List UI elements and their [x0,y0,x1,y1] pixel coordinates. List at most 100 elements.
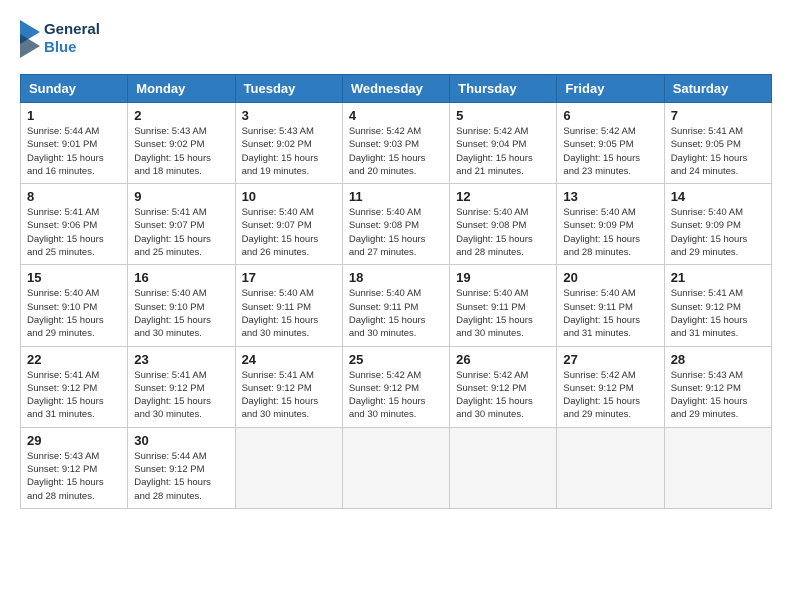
calendar-cell: 25 Sunrise: 5:42 AM Sunset: 9:12 PM Dayl… [342,346,449,427]
day-info: Sunrise: 5:42 AM Sunset: 9:12 PM Dayligh… [563,369,657,422]
day-info: Sunrise: 5:43 AM Sunset: 9:12 PM Dayligh… [27,450,121,503]
day-number: 6 [563,108,657,123]
calendar-cell: 14 Sunrise: 5:40 AM Sunset: 9:09 PM Dayl… [664,184,771,265]
day-info: Sunrise: 5:41 AM Sunset: 9:12 PM Dayligh… [671,287,765,340]
calendar-cell: 8 Sunrise: 5:41 AM Sunset: 9:06 PM Dayli… [21,184,128,265]
calendar-cell [557,427,664,508]
calendar-cell: 7 Sunrise: 5:41 AM Sunset: 9:05 PM Dayli… [664,103,771,184]
day-number: 15 [27,270,121,285]
weekday-header-wednesday: Wednesday [342,75,449,103]
calendar-cell: 29 Sunrise: 5:43 AM Sunset: 9:12 PM Dayl… [21,427,128,508]
calendar-cell: 12 Sunrise: 5:40 AM Sunset: 9:08 PM Dayl… [450,184,557,265]
day-info: Sunrise: 5:40 AM Sunset: 9:10 PM Dayligh… [134,287,228,340]
calendar-cell [235,427,342,508]
weekday-header-thursday: Thursday [450,75,557,103]
calendar-cell: 26 Sunrise: 5:42 AM Sunset: 9:12 PM Dayl… [450,346,557,427]
calendar-table: SundayMondayTuesdayWednesdayThursdayFrid… [20,74,772,509]
day-number: 30 [134,433,228,448]
logo-blue: Blue [44,39,100,57]
calendar-cell: 3 Sunrise: 5:43 AM Sunset: 9:02 PM Dayli… [235,103,342,184]
day-number: 11 [349,189,443,204]
calendar-week-row: 1 Sunrise: 5:44 AM Sunset: 9:01 PM Dayli… [21,103,772,184]
day-number: 23 [134,352,228,367]
calendar-cell: 13 Sunrise: 5:40 AM Sunset: 9:09 PM Dayl… [557,184,664,265]
day-number: 29 [27,433,121,448]
calendar-cell [664,427,771,508]
calendar-cell: 10 Sunrise: 5:40 AM Sunset: 9:07 PM Dayl… [235,184,342,265]
day-number: 12 [456,189,550,204]
day-info: Sunrise: 5:41 AM Sunset: 9:12 PM Dayligh… [242,369,336,422]
day-number: 28 [671,352,765,367]
calendar-cell: 22 Sunrise: 5:41 AM Sunset: 9:12 PM Dayl… [21,346,128,427]
logo: General Blue [20,20,100,58]
calendar-week-row: 8 Sunrise: 5:41 AM Sunset: 9:06 PM Dayli… [21,184,772,265]
calendar-cell: 9 Sunrise: 5:41 AM Sunset: 9:07 PM Dayli… [128,184,235,265]
day-number: 10 [242,189,336,204]
calendar-cell: 15 Sunrise: 5:40 AM Sunset: 9:10 PM Dayl… [21,265,128,346]
day-number: 5 [456,108,550,123]
day-info: Sunrise: 5:40 AM Sunset: 9:09 PM Dayligh… [563,206,657,259]
day-number: 20 [563,270,657,285]
day-number: 3 [242,108,336,123]
day-number: 9 [134,189,228,204]
calendar-cell: 30 Sunrise: 5:44 AM Sunset: 9:12 PM Dayl… [128,427,235,508]
day-info: Sunrise: 5:40 AM Sunset: 9:09 PM Dayligh… [671,206,765,259]
day-number: 14 [671,189,765,204]
day-number: 4 [349,108,443,123]
day-info: Sunrise: 5:40 AM Sunset: 9:11 PM Dayligh… [242,287,336,340]
day-number: 16 [134,270,228,285]
day-number: 27 [563,352,657,367]
calendar-cell [450,427,557,508]
calendar-cell: 27 Sunrise: 5:42 AM Sunset: 9:12 PM Dayl… [557,346,664,427]
calendar-cell: 17 Sunrise: 5:40 AM Sunset: 9:11 PM Dayl… [235,265,342,346]
day-info: Sunrise: 5:40 AM Sunset: 9:11 PM Dayligh… [349,287,443,340]
calendar-cell: 1 Sunrise: 5:44 AM Sunset: 9:01 PM Dayli… [21,103,128,184]
calendar-cell: 24 Sunrise: 5:41 AM Sunset: 9:12 PM Dayl… [235,346,342,427]
calendar-cell: 18 Sunrise: 5:40 AM Sunset: 9:11 PM Dayl… [342,265,449,346]
day-info: Sunrise: 5:41 AM Sunset: 9:07 PM Dayligh… [134,206,228,259]
day-info: Sunrise: 5:42 AM Sunset: 9:12 PM Dayligh… [349,369,443,422]
day-number: 24 [242,352,336,367]
day-info: Sunrise: 5:40 AM Sunset: 9:11 PM Dayligh… [456,287,550,340]
day-info: Sunrise: 5:41 AM Sunset: 9:06 PM Dayligh… [27,206,121,259]
day-info: Sunrise: 5:44 AM Sunset: 9:12 PM Dayligh… [134,450,228,503]
logo-general: General [44,21,100,39]
day-number: 26 [456,352,550,367]
day-info: Sunrise: 5:41 AM Sunset: 9:12 PM Dayligh… [134,369,228,422]
calendar-cell: 23 Sunrise: 5:41 AM Sunset: 9:12 PM Dayl… [128,346,235,427]
calendar-cell: 2 Sunrise: 5:43 AM Sunset: 9:02 PM Dayli… [128,103,235,184]
weekday-header-sunday: Sunday [21,75,128,103]
day-info: Sunrise: 5:43 AM Sunset: 9:02 PM Dayligh… [134,125,228,178]
day-info: Sunrise: 5:40 AM Sunset: 9:07 PM Dayligh… [242,206,336,259]
calendar-cell: 19 Sunrise: 5:40 AM Sunset: 9:11 PM Dayl… [450,265,557,346]
day-info: Sunrise: 5:41 AM Sunset: 9:05 PM Dayligh… [671,125,765,178]
calendar-week-row: 29 Sunrise: 5:43 AM Sunset: 9:12 PM Dayl… [21,427,772,508]
calendar-week-row: 15 Sunrise: 5:40 AM Sunset: 9:10 PM Dayl… [21,265,772,346]
day-info: Sunrise: 5:40 AM Sunset: 9:08 PM Dayligh… [456,206,550,259]
logo-triangle-icon [20,20,40,58]
day-number: 19 [456,270,550,285]
page-header: General Blue [20,20,772,58]
weekday-header-saturday: Saturday [664,75,771,103]
calendar-cell: 20 Sunrise: 5:40 AM Sunset: 9:11 PM Dayl… [557,265,664,346]
calendar-cell: 5 Sunrise: 5:42 AM Sunset: 9:04 PM Dayli… [450,103,557,184]
calendar-cell: 16 Sunrise: 5:40 AM Sunset: 9:10 PM Dayl… [128,265,235,346]
calendar-cell: 28 Sunrise: 5:43 AM Sunset: 9:12 PM Dayl… [664,346,771,427]
day-number: 22 [27,352,121,367]
weekday-header-monday: Monday [128,75,235,103]
calendar-cell: 4 Sunrise: 5:42 AM Sunset: 9:03 PM Dayli… [342,103,449,184]
day-number: 17 [242,270,336,285]
day-info: Sunrise: 5:42 AM Sunset: 9:03 PM Dayligh… [349,125,443,178]
day-info: Sunrise: 5:44 AM Sunset: 9:01 PM Dayligh… [27,125,121,178]
day-number: 25 [349,352,443,367]
day-number: 13 [563,189,657,204]
calendar-cell: 21 Sunrise: 5:41 AM Sunset: 9:12 PM Dayl… [664,265,771,346]
calendar-week-row: 22 Sunrise: 5:41 AM Sunset: 9:12 PM Dayl… [21,346,772,427]
weekday-header-friday: Friday [557,75,664,103]
calendar-cell: 11 Sunrise: 5:40 AM Sunset: 9:08 PM Dayl… [342,184,449,265]
day-info: Sunrise: 5:43 AM Sunset: 9:12 PM Dayligh… [671,369,765,422]
day-number: 2 [134,108,228,123]
day-info: Sunrise: 5:42 AM Sunset: 9:12 PM Dayligh… [456,369,550,422]
calendar-cell: 6 Sunrise: 5:42 AM Sunset: 9:05 PM Dayli… [557,103,664,184]
calendar-header-row: SundayMondayTuesdayWednesdayThursdayFrid… [21,75,772,103]
